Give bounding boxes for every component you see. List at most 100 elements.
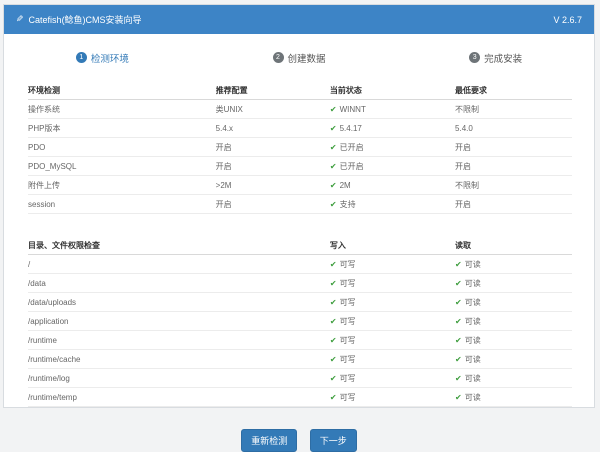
env-minimum-value: 不限制: [455, 100, 572, 119]
perm-write-text: 可写: [340, 298, 356, 307]
check-icon: [330, 298, 340, 307]
perm-path: /application: [28, 312, 330, 331]
environment-check-table: 环境检测 推荐配置 当前状态 最低要求 操作系统 类UNIX WINNT 不限制…: [28, 81, 572, 214]
topbar: ✎ Catefish(鲶鱼)CMS安装向导 V 2.6.7: [4, 5, 594, 34]
perm-path: /: [28, 255, 330, 274]
perm-write-status: 可写: [330, 350, 455, 369]
env-recommended-value: >2M: [216, 176, 330, 195]
check-icon: [330, 181, 340, 190]
env-minimum-value: 开启: [455, 195, 572, 214]
env-recommended-value: 5.4.x: [216, 119, 330, 138]
env-item-name: 附件上传: [28, 176, 216, 195]
perm-table-row: /data/uploads 可写 可读: [28, 293, 572, 312]
step-label: 创建数据: [288, 51, 326, 65]
env-current-status: WINNT: [330, 100, 455, 119]
env-current-status: 已开启: [330, 138, 455, 157]
perm-read-status: 可读: [455, 369, 572, 388]
step-number-badge: 3: [469, 52, 480, 63]
env-table-row: session 开启 支持 开启: [28, 195, 572, 214]
app-title: Catefish(鲶鱼)CMS安装向导: [29, 13, 142, 26]
perm-write-status: 可写: [330, 293, 455, 312]
check-icon: [330, 260, 340, 269]
perm-read-text: 可读: [465, 298, 481, 307]
perm-write-status: 可写: [330, 312, 455, 331]
recheck-button[interactable]: 重新检测: [241, 429, 297, 452]
check-icon: [330, 200, 340, 209]
perm-write-text: 可写: [340, 279, 356, 288]
next-step-button[interactable]: 下一步: [310, 429, 357, 452]
check-icon: [330, 336, 340, 345]
env-status-text: 已开启: [340, 162, 364, 171]
perm-path: /data/uploads: [28, 293, 330, 312]
env-table-row: PDO_MySQL 开启 已开启 开启: [28, 157, 572, 176]
perm-table-header-row: 目录、文件权限检查 写入 读取: [28, 236, 572, 255]
perm-read-text: 可读: [465, 260, 481, 269]
env-current-status: 5.4.17: [330, 119, 455, 138]
check-icon: [330, 374, 340, 383]
check-icon: [330, 124, 340, 133]
perm-write-text: 可写: [340, 336, 356, 345]
perm-table-row: /runtime/log 可写 可读: [28, 369, 572, 388]
perm-path: /runtime/log: [28, 369, 330, 388]
step-label: 检测环境: [91, 51, 129, 65]
perm-table-row: /runtime/temp 可写 可读: [28, 388, 572, 407]
env-current-status: 已开启: [330, 157, 455, 176]
perm-write-status: 可写: [330, 388, 455, 407]
perm-write-status: 可写: [330, 255, 455, 274]
env-status-text: 2M: [340, 181, 351, 190]
check-icon: [330, 393, 340, 402]
env-recommended-value: 开启: [216, 157, 330, 176]
perm-table-row: / 可写 可读: [28, 255, 572, 274]
section-gap: [4, 214, 594, 236]
perm-read-status: 可读: [455, 331, 572, 350]
check-icon: [330, 355, 340, 364]
check-icon: [455, 260, 465, 269]
perm-read-status: 可读: [455, 312, 572, 331]
check-icon: [455, 336, 465, 345]
perm-read-text: 可读: [465, 355, 481, 364]
env-recommended-value: 类UNIX: [216, 100, 330, 119]
perm-path: /runtime/cache: [28, 350, 330, 369]
step-finish-install: 3 完成安装: [397, 51, 594, 65]
perm-write-text: 可写: [340, 260, 356, 269]
env-table-row: 附件上传 >2M 2M 不限制: [28, 176, 572, 195]
env-col-header: 当前状态: [330, 81, 455, 100]
check-icon: [455, 393, 465, 402]
install-wizard-panel: ✎ Catefish(鲶鱼)CMS安装向导 V 2.6.7 1 检测环境 2 创…: [3, 4, 595, 408]
perm-read-text: 可读: [465, 374, 481, 383]
env-table-row: PDO 开启 已开启 开启: [28, 138, 572, 157]
check-icon: [455, 355, 465, 364]
env-item-name: PHP版本: [28, 119, 216, 138]
perm-col-header: 读取: [455, 236, 572, 255]
perm-path: /runtime: [28, 331, 330, 350]
perm-read-status: 可读: [455, 255, 572, 274]
step-check-environment: 1 检测环境: [4, 51, 201, 65]
perm-read-text: 可读: [465, 317, 481, 326]
check-icon: [330, 279, 340, 288]
env-status-text: 支持: [340, 200, 356, 209]
env-item-name: 操作系统: [28, 100, 216, 119]
env-recommended-value: 开启: [216, 195, 330, 214]
env-status-text: WINNT: [340, 105, 366, 114]
perm-col-header: 目录、文件权限检查: [28, 236, 330, 255]
perm-read-text: 可读: [465, 336, 481, 345]
action-buttons: 重新检测 下一步: [4, 429, 594, 452]
perm-write-status: 可写: [330, 274, 455, 293]
env-status-text: 5.4.17: [340, 124, 362, 133]
perm-read-text: 可读: [465, 279, 481, 288]
check-icon: [455, 374, 465, 383]
perm-table-row: /runtime/cache 可写 可读: [28, 350, 572, 369]
env-item-name: session: [28, 195, 216, 214]
perm-col-header: 写入: [330, 236, 455, 255]
env-table-row: PHP版本 5.4.x 5.4.17 5.4.0: [28, 119, 572, 138]
env-minimum-value: 5.4.0: [455, 119, 572, 138]
permission-check-table: 目录、文件权限检查 写入 读取 / 可写 可读 /data 可写 可读 /dat…: [28, 236, 572, 407]
env-col-header: 最低要求: [455, 81, 572, 100]
perm-write-text: 可写: [340, 317, 356, 326]
perm-write-status: 可写: [330, 331, 455, 350]
perm-table-row: /application 可写 可读: [28, 312, 572, 331]
env-current-status: 2M: [330, 176, 455, 195]
step-number-badge: 2: [273, 52, 284, 63]
perm-table-row: /runtime 可写 可读: [28, 331, 572, 350]
perm-table-row: /data 可写 可读: [28, 274, 572, 293]
